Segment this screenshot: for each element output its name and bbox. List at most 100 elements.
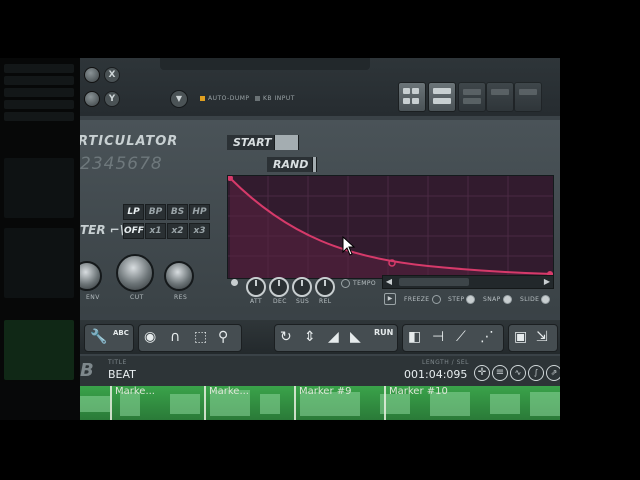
kb-input-label: KB INPUT (263, 95, 295, 102)
marker-line (294, 386, 296, 420)
filter-off-button[interactable]: OFF (123, 223, 144, 239)
ramp-icon[interactable]: ◢ (328, 330, 339, 344)
snap-label: SNAP (483, 296, 501, 303)
layout-4-button[interactable] (486, 82, 514, 112)
abc-icon[interactable]: ABC (113, 326, 129, 340)
marker-label[interactable]: Marker #10 (389, 386, 448, 397)
cut-knob[interactable] (116, 254, 154, 292)
articulator-number-selector[interactable]: 2345678 (80, 154, 163, 174)
marker-lane[interactable]: Marke... Marke... Marker #9 Marker #10 (80, 386, 560, 420)
slide-label: SLIDE (520, 296, 540, 303)
tempo-toggle[interactable]: TEMPO (341, 279, 376, 288)
export-icon[interactable]: ⇲ (536, 330, 548, 344)
layout-rows-button[interactable] (428, 82, 456, 112)
scale-icon[interactable]: ⇕ (304, 330, 316, 344)
auto-dump-label: AUTO-DUMP (208, 95, 250, 102)
marker-label[interactable]: Marke... (209, 386, 249, 397)
align-icon[interactable]: ⊣ (432, 330, 444, 344)
envelope-curve-svg (228, 176, 553, 278)
marker-label[interactable]: Marker #9 (299, 386, 352, 397)
panel-title: RTICULATOR (80, 134, 179, 149)
eye-icon[interactable]: ◉ (144, 330, 156, 344)
crosshair-icon[interactable]: ✛ (474, 365, 490, 381)
filter-x3-button[interactable]: x3 (189, 223, 210, 239)
play-icon[interactable]: ▶ (384, 293, 396, 305)
att-knob[interactable] (246, 277, 266, 297)
zoom-icon[interactable]: ⚲ (218, 330, 228, 344)
tempo-label: TEMPO (353, 280, 376, 287)
dec-label: DEC (273, 298, 287, 305)
filter-label: TER ⌐\ (80, 223, 125, 237)
curve-icon[interactable]: ◣ (350, 330, 361, 344)
filter-hp-button[interactable]: HP (189, 204, 210, 220)
cut-knob-label: CUT (130, 294, 144, 301)
length-value: 001:04:095 (404, 368, 468, 381)
x-button[interactable]: X (104, 67, 120, 83)
scroll-right-icon[interactable]: ▶ (541, 276, 553, 288)
slide-toggle[interactable]: SLIDE (520, 295, 551, 304)
step-toggle[interactable]: STEP (448, 295, 476, 304)
layout-5-button[interactable] (514, 82, 542, 112)
kb-input-toggle[interactable]: KB INPUT (255, 95, 295, 102)
dec-knob[interactable] (269, 277, 289, 297)
mod-tab-rand[interactable]: RAND (267, 157, 313, 172)
layout-3-button[interactable] (458, 82, 486, 112)
marker-line (110, 386, 112, 420)
menu-icon[interactable]: ≡ (492, 365, 508, 381)
scroll-thumb[interactable] (399, 278, 469, 286)
filter-bp-button[interactable]: BP (145, 204, 166, 220)
filter-bs-button[interactable]: BS (167, 204, 188, 220)
scroll-left-icon[interactable]: ◀ (383, 276, 395, 288)
wrench-icon[interactable]: 🔧 (90, 330, 107, 344)
envelope-enable-led[interactable] (231, 279, 238, 286)
flip-icon[interactable]: ◧ (408, 330, 421, 344)
rel-label: REL (319, 298, 332, 305)
mouse-cursor-icon (342, 236, 356, 256)
pattern-letter: B (80, 360, 94, 381)
rel-knob[interactable] (315, 277, 335, 297)
layout-grid-button[interactable] (398, 82, 426, 112)
res-knob[interactable] (164, 261, 194, 291)
wave-icon[interactable]: ∿ (510, 365, 526, 381)
length-label: LENGTH / SEL (422, 359, 470, 366)
marker-line (204, 386, 206, 420)
title-value[interactable]: BEAT (108, 368, 136, 381)
title-label: TITLE (108, 359, 127, 366)
save-icon[interactable]: ▣ (514, 330, 527, 344)
tool-bar: 🔧 ABC ◉ ∩ ⬚ ⚲ ↻ ⇕ ◢ ◣ RUN ◧ ⊣ ⟋ ⋰ ▣ ⇲ (80, 320, 560, 354)
marker-label[interactable]: Marke... (115, 386, 155, 397)
slot-strip (160, 58, 370, 70)
slide-icon[interactable]: ∫ (528, 365, 544, 381)
run-button[interactable]: RUN (374, 326, 393, 340)
freeze-label: FREEZE (404, 296, 430, 303)
rotate-icon[interactable]: ↻ (280, 330, 292, 344)
filter-lp-button[interactable]: LP (123, 204, 144, 220)
background-application (0, 58, 80, 420)
att-label: ATT (250, 298, 263, 305)
chevron-down-icon[interactable]: ▼ (170, 90, 188, 108)
graph-scrollbar[interactable]: ◀ ▶ (382, 275, 554, 289)
sus-label: SUS (296, 298, 310, 305)
quantize-icon[interactable]: ⟋ (456, 330, 466, 344)
magnet-icon[interactable]: ∩ (170, 330, 180, 344)
small-knob[interactable] (84, 67, 100, 83)
top-bar: X Y ▼ AUTO-DUMP KB INPUT (80, 58, 560, 116)
select-icon[interactable]: ⬚ (194, 330, 207, 344)
filter-x2-button[interactable]: x2 (167, 223, 188, 239)
marker-line (384, 386, 386, 420)
sus-knob[interactable] (292, 277, 312, 297)
info-bar: B TITLE BEAT LENGTH / SEL 001:04:095 ✛ ≡… (80, 356, 560, 386)
tab-start[interactable]: START (227, 135, 275, 150)
envelope-graph[interactable] (227, 175, 554, 279)
y-button[interactable]: Y (104, 91, 120, 107)
link-icon[interactable]: ⇗ (546, 365, 560, 381)
small-knob[interactable] (84, 91, 100, 107)
auto-dump-toggle[interactable]: AUTO-DUMP (200, 95, 250, 102)
plugin-window: X Y ▼ AUTO-DUMP KB INPUT RTICULATOR 2345… (80, 58, 560, 420)
snap-toggle[interactable]: SNAP (483, 295, 512, 304)
res-knob-label: RES (174, 294, 188, 301)
filter-x1-button[interactable]: x1 (145, 223, 166, 239)
step-label: STEP (448, 296, 465, 303)
freeze-toggle[interactable]: FREEZE (404, 295, 441, 304)
steps-icon[interactable]: ⋰ (480, 330, 494, 344)
